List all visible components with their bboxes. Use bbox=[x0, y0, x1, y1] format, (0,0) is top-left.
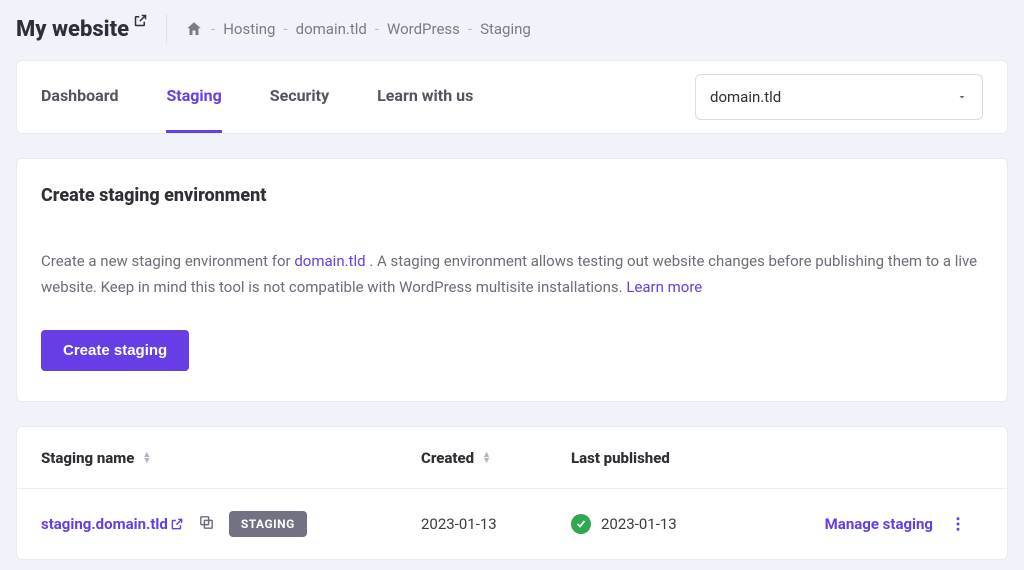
domain-select-value: domain.tld bbox=[710, 88, 781, 106]
breadcrumb-wordpress[interactable]: WordPress bbox=[387, 20, 460, 38]
th-lastpub-label: Last published bbox=[571, 449, 670, 467]
th-created[interactable]: Created ▲▼ bbox=[421, 449, 571, 467]
site-title: My website bbox=[16, 17, 129, 42]
breadcrumb-sep: - bbox=[468, 20, 472, 38]
table-row: staging.domain.tld STAGING 2023-01-13 20… bbox=[17, 489, 1007, 559]
th-last-published: Last published bbox=[571, 449, 771, 467]
panel-title: Create staging environment bbox=[41, 185, 983, 206]
sort-icon: ▲▼ bbox=[482, 452, 491, 464]
breadcrumb-sep: - bbox=[283, 20, 287, 38]
table-header-row: Staging name ▲▼ Created ▲▼ Last publishe… bbox=[17, 427, 1007, 489]
breadcrumb-staging: Staging bbox=[480, 20, 531, 38]
sort-icon: ▲▼ bbox=[142, 452, 151, 464]
last-published-cell: 2023-01-13 bbox=[571, 514, 771, 534]
header-divider bbox=[166, 14, 167, 44]
created-cell: 2023-01-13 bbox=[421, 515, 571, 533]
external-link-icon bbox=[170, 517, 184, 531]
home-icon[interactable] bbox=[185, 20, 203, 38]
breadcrumb-sep: - bbox=[375, 20, 379, 38]
tab-staging[interactable]: Staging bbox=[166, 61, 221, 133]
tab-security[interactable]: Security bbox=[270, 61, 329, 133]
breadcrumb-hosting[interactable]: Hosting bbox=[223, 20, 275, 38]
th-created-label: Created bbox=[421, 449, 474, 467]
kebab-icon bbox=[949, 515, 967, 533]
last-published-date: 2023-01-13 bbox=[601, 515, 677, 533]
breadcrumb-domain[interactable]: domain.tld bbox=[296, 20, 367, 38]
tab-dashboard[interactable]: Dashboard bbox=[41, 61, 118, 133]
chevron-down-icon bbox=[956, 91, 968, 103]
learn-more-link[interactable]: Learn more bbox=[626, 278, 702, 296]
check-circle-icon bbox=[571, 514, 591, 534]
create-staging-panel: Create staging environment Create a new … bbox=[16, 158, 1008, 402]
staging-url-link[interactable]: staging.domain.tld bbox=[41, 515, 184, 533]
tab-learn[interactable]: Learn with us bbox=[377, 61, 473, 133]
manage-staging-link[interactable]: Manage staging bbox=[771, 515, 933, 533]
staging-url-text: staging.domain.tld bbox=[41, 515, 168, 533]
panel-domain-link[interactable]: domain.tld bbox=[294, 252, 365, 270]
panel-description: Create a new staging environment for dom… bbox=[41, 248, 983, 300]
breadcrumb: - Hosting - domain.tld - WordPress - Sta… bbox=[185, 20, 531, 38]
tabs-card: Dashboard Staging Security Learn with us… bbox=[16, 60, 1008, 134]
staging-badge: STAGING bbox=[229, 511, 307, 537]
panel-desc-prefix: Create a new staging environment for bbox=[41, 252, 294, 270]
external-link-icon bbox=[133, 13, 148, 28]
staging-table: Staging name ▲▼ Created ▲▼ Last publishe… bbox=[16, 426, 1008, 560]
domain-select[interactable]: domain.tld bbox=[695, 74, 983, 120]
create-staging-button[interactable]: Create staging bbox=[41, 330, 189, 371]
site-title-link[interactable]: My website bbox=[16, 17, 148, 42]
breadcrumb-sep: - bbox=[211, 20, 215, 38]
copy-icon[interactable] bbox=[198, 514, 215, 535]
row-actions-menu[interactable] bbox=[933, 515, 983, 533]
th-name-label: Staging name bbox=[41, 449, 134, 467]
th-staging-name[interactable]: Staging name ▲▼ bbox=[41, 449, 421, 467]
